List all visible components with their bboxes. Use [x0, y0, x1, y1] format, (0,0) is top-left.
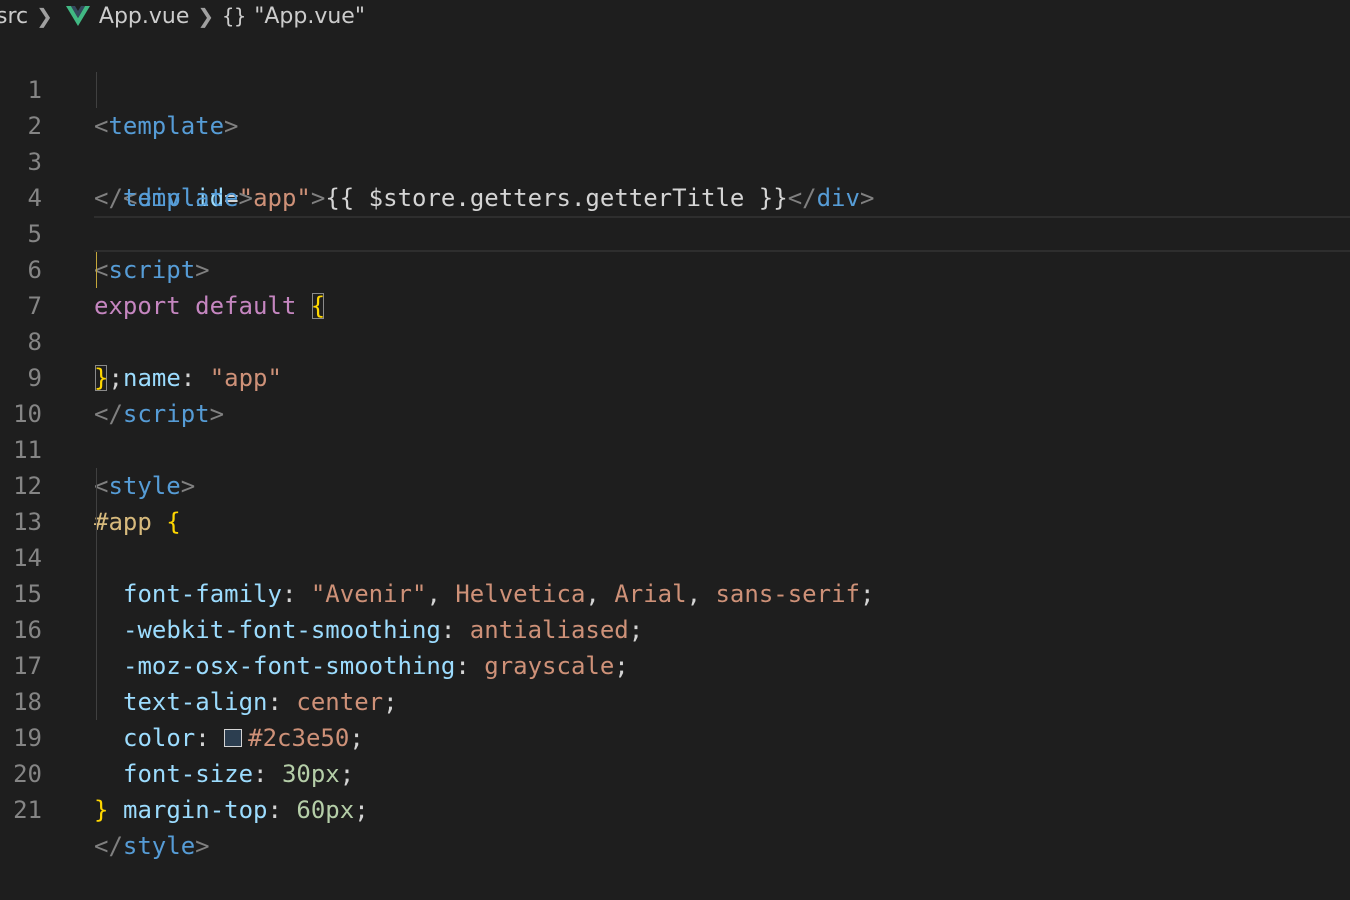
code-content: }	[94, 796, 109, 824]
chevron-right-icon: ❯	[197, 4, 215, 28]
code-line[interactable]: 4	[0, 144, 1350, 212]
code-line[interactable]: 8 };	[0, 288, 1350, 392]
breadcrumb-file[interactable]: App.vue	[99, 4, 189, 29]
code-line[interactable]: 5 <script>	[0, 180, 1350, 284]
indent-guide	[96, 684, 97, 720]
code-line[interactable]: 11 <style>	[0, 396, 1350, 500]
code-line[interactable]: 20 }	[0, 720, 1350, 824]
code-line[interactable]: 3 </template>	[0, 108, 1350, 212]
code-content: </style>	[94, 832, 210, 860]
breadcrumb-symbol[interactable]: "App.vue"	[254, 4, 365, 29]
code-line-current[interactable]: 6 export default {	[0, 216, 1350, 320]
symbol-namespace-icon: {}	[222, 4, 247, 28]
breadcrumb-folder[interactable]: src	[0, 4, 28, 29]
code-line[interactable]: 13 font-family: "Avenir", Helvetica, Ari…	[0, 468, 1350, 608]
line-number: 21	[13, 796, 42, 824]
indent-guide-active	[96, 252, 97, 288]
indent-guide	[96, 648, 97, 684]
indent-guide	[96, 468, 97, 504]
code-content: margin-top: 60px;	[123, 796, 369, 824]
code-line[interactable]: 17 color: #2c3e50;	[0, 612, 1350, 752]
code-line[interactable]: 12 #app {	[0, 432, 1350, 536]
code-line[interactable]: 10	[0, 360, 1350, 428]
indent-guide	[96, 72, 97, 108]
code-line[interactable]: 1 <template>	[0, 36, 1350, 140]
chevron-right-icon: ❯	[36, 4, 53, 28]
vue-file-icon	[65, 6, 90, 26]
indent-guide	[96, 576, 97, 612]
indent-guide	[96, 612, 97, 648]
code-line[interactable]: 19 margin-top: 60px;	[0, 684, 1350, 824]
code-line[interactable]: 16 text-align: center;	[0, 576, 1350, 716]
code-line[interactable]: 9 </script>	[0, 324, 1350, 428]
code-line[interactable]: 14 -webkit-font-smoothing: antialiased;	[0, 504, 1350, 644]
code-editor[interactable]: 1 <template> 2 <div id="app">{{ $store.g…	[0, 36, 1350, 860]
breadcrumb: src ❯ App.vue ❯ {} "App.vue"	[0, 0, 365, 32]
code-line[interactable]: 2 <div id="app">{{ $store.getters.getter…	[0, 72, 1350, 212]
indent-guide	[96, 504, 97, 540]
code-line[interactable]: 15 -moz-osx-font-smoothing: grayscale;	[0, 540, 1350, 680]
code-line[interactable]: 21 </style>	[0, 756, 1350, 860]
code-line[interactable]: 7 name: "app"	[0, 252, 1350, 392]
code-line[interactable]: 18 font-size: 30px;	[0, 648, 1350, 788]
indent-guide	[96, 540, 97, 576]
